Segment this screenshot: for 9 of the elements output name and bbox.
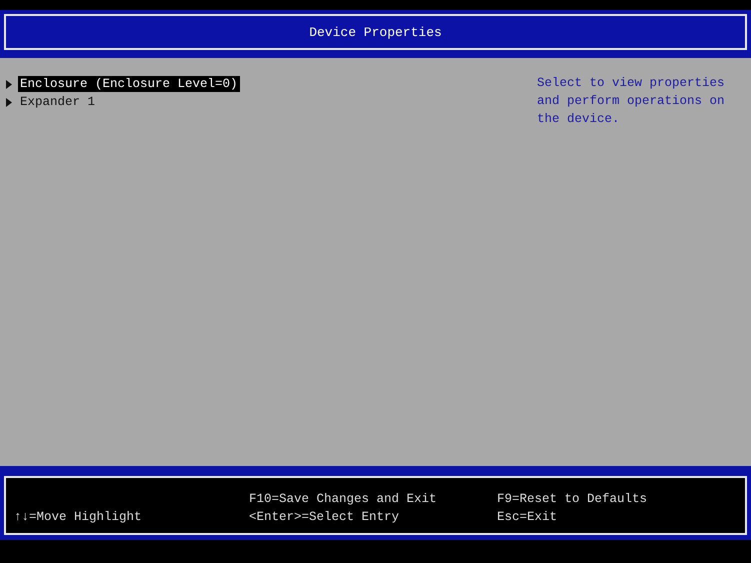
key-hint: F9=Reset to Defaults [497, 491, 648, 508]
window-title: Device Properties [309, 24, 442, 40]
key-hint: <Enter>=Select Entry [249, 509, 400, 526]
menu-item[interactable]: Expander 1 [18, 94, 98, 110]
key-hint: Esc=Exit [497, 509, 558, 526]
key-hint: ↑↓=Move Highlight [14, 509, 143, 526]
menu-item[interactable]: Enclosure (Enclosure Level=0) [18, 76, 240, 92]
help-text: Select to view properties and perform operations on the device. [536, 75, 726, 128]
key-hint: F10=Save Changes and Exit [249, 491, 438, 508]
